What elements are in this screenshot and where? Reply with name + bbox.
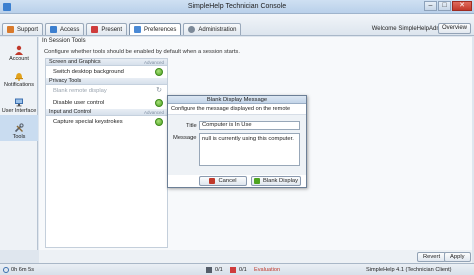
section-title: In Session Tools: [42, 38, 86, 44]
main-toolbar: Support Access Present Preferences Admin…: [0, 14, 474, 36]
cancel-button[interactable]: Cancel: [199, 176, 247, 186]
tool-groups-list: Screen and Graphics Advanced Switch desk…: [45, 58, 168, 248]
tab-label: Support: [17, 26, 39, 33]
apply-button[interactable]: Apply: [444, 252, 471, 262]
tab-label: Preferences: [144, 26, 177, 33]
account-icon: [15, 45, 23, 55]
sidebar-item-user-interface[interactable]: User Interface: [0, 89, 38, 115]
tab-label: Administration: [198, 26, 237, 33]
title-field[interactable]: Computer is In Use: [199, 121, 300, 130]
advanced-tag: Advanced: [143, 109, 164, 115]
tab-present[interactable]: Present: [86, 23, 128, 35]
administration-icon: [188, 26, 196, 33]
message-field[interactable]: null is currently using this computer.: [199, 133, 300, 166]
bell-icon: [15, 73, 23, 81]
window-titlebar: SimpleHelp Technician Console – □ ✕: [0, 0, 474, 14]
message-field-label: Message: [173, 135, 197, 141]
group-title: Privacy Tools: [49, 78, 82, 84]
clock-icon: [3, 267, 9, 273]
option-label: Capture special keystrokes: [53, 119, 123, 125]
group-header-input-control: Input and Control Advanced: [46, 109, 167, 116]
main-tabs: Support Access Present Preferences Admin…: [2, 23, 242, 35]
present-icon: [91, 26, 99, 33]
blank-display-button[interactable]: Blank Display: [251, 176, 301, 186]
option-capture-special-keystrokes[interactable]: Capture special keystrokes: [46, 116, 167, 128]
window-controls: – □ ✕: [424, 1, 472, 12]
window-title: SimpleHelp Technician Console: [187, 3, 287, 10]
alert-icon: [230, 267, 236, 273]
option-label: Blank remote display: [53, 88, 107, 94]
preferences-sidebar: Account Notifications User Interface Too…: [0, 37, 38, 250]
tab-support[interactable]: Support: [2, 23, 44, 35]
sidebar-item-label: Tools: [12, 134, 26, 140]
enabled-status-icon[interactable]: [155, 68, 163, 76]
minimize-button[interactable]: –: [424, 1, 437, 11]
group-header-screen-graphics: Screen and Graphics Advanced: [46, 59, 167, 66]
dialog-title: Blank Display Message: [168, 96, 306, 104]
enabled-status-icon[interactable]: [155, 99, 163, 107]
overview-button[interactable]: Overview: [437, 23, 471, 34]
sidebar-item-account[interactable]: Account: [0, 37, 38, 63]
tab-label: Access: [60, 26, 80, 33]
option-label: Switch desktop background: [53, 69, 124, 75]
uptime-text: 0h 6m 5s: [11, 267, 35, 273]
monitor-icon: [15, 98, 23, 107]
welcome-text: Welcome SimpleHelpAdmin: [371, 26, 446, 32]
tab-label: Present: [101, 26, 123, 33]
group-title: Screen and Graphics: [49, 59, 101, 65]
enabled-status-icon[interactable]: [155, 118, 163, 126]
close-button[interactable]: ✕: [452, 1, 472, 11]
tab-access[interactable]: Access: [45, 23, 85, 35]
refresh-icon[interactable]: ↻: [155, 87, 163, 95]
option-blank-remote-display[interactable]: Blank remote display ↻: [46, 85, 167, 97]
maximize-button[interactable]: □: [438, 1, 451, 11]
dialog-description: Configure the message displayed on the r…: [168, 104, 306, 121]
status-bar: 0h 6m 5s 0/1 0/1 Evaluation SimpleHelp 4…: [0, 263, 474, 275]
access-icon: [50, 26, 58, 33]
arrow-right-icon: [253, 178, 260, 184]
blank-display-dialog: Blank Display Message Configure the mess…: [167, 95, 307, 188]
alerts-count: 0/1: [239, 267, 247, 273]
cancel-icon: [209, 178, 216, 184]
dialog-footer: Cancel Blank Display: [168, 174, 306, 187]
preferences-icon: [134, 26, 142, 33]
confirm-label: Blank Display: [262, 178, 299, 184]
user-icon: [206, 267, 212, 273]
support-icon: [7, 26, 14, 33]
sessions-count: 0/1: [215, 267, 223, 273]
advanced-tag: Advanced: [143, 59, 164, 65]
tools-icon: [14, 123, 24, 133]
version-text: SimpleHelp 4.1 (Technician Client): [366, 267, 452, 273]
sidebar-item-label: User Interface: [1, 108, 37, 114]
group-header-privacy-tools: Privacy Tools: [46, 78, 167, 85]
option-switch-desktop-background[interactable]: Switch desktop background: [46, 66, 167, 78]
tab-preferences[interactable]: Preferences: [129, 23, 182, 35]
dialog-body: Title Computer is In Use Message null is…: [168, 115, 306, 175]
option-disable-user-control[interactable]: Disable user control: [46, 97, 167, 109]
section-description: Configure whether tools should be enable…: [44, 49, 240, 55]
cancel-label: Cancel: [218, 178, 237, 184]
title-field-label: Title: [186, 123, 197, 129]
bottom-action-bar: Revert Apply: [39, 250, 472, 263]
revert-button[interactable]: Revert: [417, 252, 447, 262]
group-title: Input and Control: [49, 109, 92, 115]
option-label: Disable user control: [53, 100, 105, 106]
tab-administration[interactable]: Administration: [183, 23, 242, 35]
sidebar-item-tools[interactable]: Tools: [0, 115, 38, 141]
sidebar-item-label: Notifications: [4, 82, 34, 88]
sidebar-item-label: Account: [9, 56, 29, 62]
license-status: Evaluation: [254, 267, 281, 273]
sidebar-item-notifications[interactable]: Notifications: [0, 63, 38, 89]
